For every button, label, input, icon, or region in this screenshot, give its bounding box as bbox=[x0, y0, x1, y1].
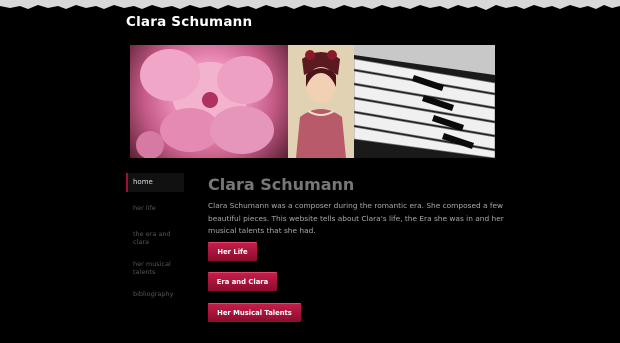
era-and-clara-button[interactable]: Era and Clara bbox=[208, 272, 277, 291]
intro-paragraph: Clara Schumann was a composer during the… bbox=[208, 201, 504, 235]
torn-paper-edge bbox=[0, 0, 620, 10]
her-life-button[interactable]: Her Life bbox=[208, 242, 257, 261]
musical-talents-button[interactable]: Her Musical Talents bbox=[208, 303, 301, 322]
sidebar-nav: home her life the era and clara her musi… bbox=[126, 173, 184, 298]
nav-item-her-life[interactable]: her life bbox=[133, 204, 156, 212]
cherry-blossom-image bbox=[130, 45, 288, 158]
nav-item-bibliography[interactable]: bibliography bbox=[133, 290, 174, 298]
header-banner bbox=[130, 45, 495, 158]
piano-keys-image bbox=[354, 45, 495, 158]
site-title[interactable]: Clara Schumann bbox=[126, 14, 252, 30]
page-heading: Clara Schumann bbox=[208, 175, 355, 194]
clara-portrait-image bbox=[288, 45, 354, 158]
nav-item-musical-talents[interactable]: her musical talents bbox=[133, 260, 181, 276]
nav-item-home[interactable]: home bbox=[126, 173, 184, 192]
nav-item-era-and-clara[interactable]: the era and clara bbox=[133, 230, 181, 246]
